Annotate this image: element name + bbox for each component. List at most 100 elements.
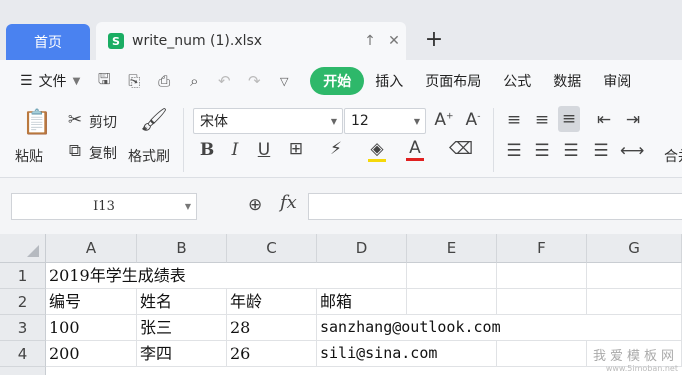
align-middle-icon[interactable]: ≡ xyxy=(531,110,553,130)
row-header-2[interactable]: 2 xyxy=(0,289,46,315)
chevron-down-icon: ▼ xyxy=(72,75,81,87)
menu-bar: ☰ 文件 ▼ 🖫 ⎘ ⎙ ⌕ ↶ ↷ ▽ 开始 插入 页面布局 公式 数据 审阅 xyxy=(0,60,682,102)
justify-icon[interactable]: ☰ xyxy=(590,141,612,161)
column-header-e[interactable]: E xyxy=(407,234,497,263)
row-header-5[interactable] xyxy=(0,367,46,375)
cell-c3[interactable]: 28 xyxy=(227,315,317,341)
cell-e1[interactable] xyxy=(407,263,497,289)
cell-d2[interactable]: 邮箱 xyxy=(317,289,407,315)
row-header-3[interactable]: 3 xyxy=(0,315,46,341)
cell-b2[interactable]: 姓名 xyxy=(137,289,227,315)
tab-page-layout[interactable]: 页面布局 xyxy=(414,71,492,91)
column-header-d[interactable]: D xyxy=(317,234,407,263)
chevron-down-icon: ▼ xyxy=(330,116,337,126)
save-icon[interactable]: 🖫 xyxy=(94,69,114,94)
column-header-b[interactable]: B xyxy=(137,234,227,263)
font-size-value: 12 xyxy=(351,113,369,129)
cell-b3[interactable]: 张三 xyxy=(137,315,227,341)
cell-a1[interactable]: 2019年学生成绩表 xyxy=(46,263,407,289)
align-top-icon[interactable]: ≡ xyxy=(503,110,525,130)
document-tab[interactable]: S write_num (1).xlsx ↑ ✕ xyxy=(96,22,406,60)
tab-review[interactable]: 审阅 xyxy=(592,71,642,91)
merge-button[interactable]: 合并 xyxy=(664,146,682,166)
cut-icon: ✂ xyxy=(67,110,83,130)
decrease-indent-icon[interactable]: ⇤ xyxy=(593,110,615,130)
cell-b4[interactable]: 李四 xyxy=(137,341,227,367)
eraser-icon[interactable]: ⌫ xyxy=(449,139,473,159)
cell-a3[interactable]: 100 xyxy=(46,315,137,341)
undo-icon[interactable]: ↶ xyxy=(214,72,234,90)
align-bottom-icon[interactable]: ≡ xyxy=(558,106,580,132)
align-right-icon[interactable]: ☰ xyxy=(560,141,582,161)
name-box[interactable]: I13 ▼ xyxy=(11,193,197,220)
file-menu[interactable]: ☰ 文件 ▼ xyxy=(20,71,80,91)
title-bar: 首页 S write_num (1).xlsx ↑ ✕ + xyxy=(0,0,682,60)
insert-function-button[interactable]: fx xyxy=(280,192,297,213)
increase-font-icon[interactable]: A+ xyxy=(433,110,455,130)
export-icon[interactable]: ⎘ xyxy=(124,72,144,90)
column-header-a[interactable]: A xyxy=(46,234,137,263)
underline-button[interactable]: U xyxy=(253,140,275,160)
increase-indent-icon[interactable]: ⇥ xyxy=(622,110,644,130)
font-color-button[interactable]: A xyxy=(406,138,424,161)
ribbon-tabs: 开始 插入 页面布局 公式 数据 审阅 xyxy=(310,67,642,95)
cell-e4[interactable] xyxy=(497,341,587,367)
cell-a4[interactable]: 200 xyxy=(46,341,137,367)
fill-color-icon[interactable]: ◈ xyxy=(368,139,386,162)
font-size-select[interactable]: 12 ▼ xyxy=(344,108,426,134)
font-name-select[interactable]: 宋体 ▼ xyxy=(193,108,343,134)
new-tab-button[interactable]: + xyxy=(424,28,444,52)
borders-icon[interactable]: ⊞ xyxy=(285,139,307,159)
separator xyxy=(183,108,184,172)
spreadsheet-icon: S xyxy=(108,33,124,49)
formula-input[interactable] xyxy=(308,193,682,220)
ribbon: 📋 粘贴 ✂ 剪切 ⧉ 复制 🖌 格式刷 宋体 ▼ 12 ▼ A+ A- B I… xyxy=(0,102,682,178)
close-icon[interactable]: ✕ xyxy=(382,33,406,49)
tab-formulas[interactable]: 公式 xyxy=(492,71,542,91)
tab-start[interactable]: 开始 xyxy=(310,67,365,95)
cell-f2[interactable] xyxy=(497,289,587,315)
cell-d4[interactable]: sili@sina.com xyxy=(317,341,497,367)
paste-icon[interactable]: 📋 xyxy=(22,108,52,136)
cut-button[interactable]: 剪切 xyxy=(89,112,117,132)
align-center-icon[interactable]: ☰ xyxy=(531,141,553,161)
strikethrough-icon[interactable]: ⚡ xyxy=(325,139,347,159)
cell-g1[interactable] xyxy=(587,263,682,289)
column-header-f[interactable]: F xyxy=(497,234,587,263)
column-header-g[interactable]: G xyxy=(587,234,682,263)
cell-e2[interactable] xyxy=(407,289,497,315)
print-preview-icon[interactable]: ⌕ xyxy=(184,72,204,90)
distributed-icon[interactable]: ⟷ xyxy=(620,141,644,161)
watermark-title: 我爱模板网 xyxy=(592,349,678,364)
column-header-c[interactable]: C xyxy=(227,234,317,263)
cell-d3[interactable]: sanzhang@outlook.com xyxy=(317,315,682,341)
decrease-font-icon[interactable]: A- xyxy=(462,110,484,130)
select-all-corner[interactable] xyxy=(0,234,46,263)
cell-c2[interactable]: 年龄 xyxy=(227,289,317,315)
separator xyxy=(493,108,494,172)
cell-a2[interactable]: 编号 xyxy=(46,289,137,315)
redo-icon[interactable]: ↷ xyxy=(244,72,264,90)
document-tab-title: write_num (1).xlsx xyxy=(132,33,263,49)
zoom-icon[interactable]: ⊕ xyxy=(248,195,262,215)
tab-data[interactable]: 数据 xyxy=(542,71,592,91)
cell-f1[interactable] xyxy=(497,263,587,289)
watermark: 我爱模板网 www.5imoban.net xyxy=(593,345,678,373)
customize-icon[interactable]: ▽ xyxy=(274,75,294,88)
bold-button[interactable]: B xyxy=(196,140,218,160)
row-header-1[interactable]: 1 xyxy=(0,263,46,289)
chevron-down-icon: ▼ xyxy=(413,116,420,126)
paste-button[interactable]: 粘贴 xyxy=(15,146,43,166)
pin-icon[interactable]: ↑ xyxy=(358,33,382,49)
row-header-4[interactable]: 4 xyxy=(0,341,46,367)
format-painter-button[interactable]: 格式刷 xyxy=(128,146,170,166)
copy-button[interactable]: 复制 xyxy=(89,143,117,163)
formula-bar: I13 ▼ ⊕ fx xyxy=(0,178,682,234)
italic-button[interactable]: I xyxy=(224,140,246,160)
align-left-icon[interactable]: ☰ xyxy=(503,141,525,161)
home-tab[interactable]: 首页 xyxy=(6,24,90,60)
cell-g2[interactable] xyxy=(587,289,682,315)
cell-c4[interactable]: 26 xyxy=(227,341,317,367)
tab-insert[interactable]: 插入 xyxy=(364,71,414,91)
print-icon[interactable]: ⎙ xyxy=(154,72,174,90)
